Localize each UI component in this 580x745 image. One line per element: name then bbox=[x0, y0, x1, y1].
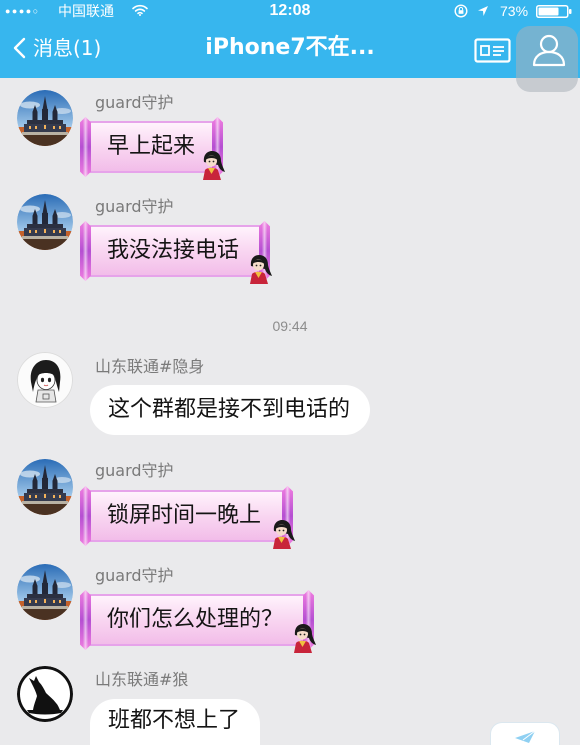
bubble-character-sticker bbox=[273, 520, 295, 549]
carrier-name: 中国联通 bbox=[58, 3, 114, 19]
avatar[interactable] bbox=[17, 564, 73, 620]
message-bubble[interactable]: 你们怎么处理的？ bbox=[80, 590, 316, 653]
status-bar: ●●●●○ 中国联通 12:08 73% bbox=[0, 0, 580, 22]
wifi-icon bbox=[132, 4, 148, 16]
bubble-ornament-left bbox=[80, 486, 91, 546]
battery-percentage: 73% bbox=[500, 3, 529, 19]
bubble-ornament-left bbox=[80, 221, 91, 281]
castle-avatar-image bbox=[17, 459, 73, 515]
time-divider: 09:44 bbox=[272, 318, 308, 334]
anime-girl-avatar-image bbox=[17, 352, 73, 408]
sender-name: guard守护 bbox=[95, 461, 174, 480]
sender-name: 山东联通#隐身 bbox=[95, 357, 205, 376]
signal-strength: ●●●●○ bbox=[5, 6, 40, 16]
bubble-ornament-left bbox=[80, 590, 91, 650]
chevron-left-icon[interactable] bbox=[12, 37, 26, 59]
message-text: 锁屏时间一晚上 bbox=[107, 503, 262, 528]
message-bubble[interactable]: 我没法接电话 bbox=[80, 221, 272, 284]
message-bubble[interactable]: 这个群都是接不到电话的 bbox=[90, 385, 370, 435]
bubble-character-sticker bbox=[250, 255, 272, 284]
message-text: 班都不想上了 bbox=[108, 708, 241, 733]
rotation-lock-icon bbox=[454, 4, 468, 18]
avatar[interactable] bbox=[17, 352, 73, 408]
chat-screen: ●●●●○ 中国联通 12:08 73% 消息(1) iPhone7不在... … bbox=[0, 0, 580, 745]
bubble-ornament-left bbox=[80, 117, 91, 177]
avatar[interactable] bbox=[17, 666, 73, 722]
message-text: 我没法接电话 bbox=[107, 238, 240, 263]
sender-name: guard守护 bbox=[95, 197, 174, 216]
battery-icon bbox=[536, 5, 572, 18]
chat-title: iPhone7不在... bbox=[205, 35, 375, 60]
message-text: 你们怎么处理的？ bbox=[107, 607, 284, 632]
message-bubble[interactable]: 锁屏时间一晚上 bbox=[80, 486, 295, 549]
message-bubble[interactable]: 班都不想上了 bbox=[90, 699, 260, 745]
clock: 12:08 bbox=[269, 2, 311, 19]
bubble-character-sticker bbox=[203, 151, 225, 180]
message-bubble[interactable]: 早上起来 bbox=[80, 117, 225, 180]
avatar[interactable] bbox=[17, 194, 73, 250]
avatar[interactable] bbox=[17, 90, 73, 146]
contact-card-icon[interactable] bbox=[474, 38, 511, 63]
avatar[interactable] bbox=[17, 459, 73, 515]
bubble-character-sticker bbox=[294, 624, 316, 653]
castle-avatar-image bbox=[17, 90, 73, 146]
message-text: 早上起来 bbox=[107, 134, 196, 159]
navigation-bar: ●●●●○ 中国联通 12:08 73% 消息(1) iPhone7不在... bbox=[0, 0, 580, 78]
floating-shortcut-button[interactable] bbox=[490, 722, 560, 745]
wolf-avatar-image bbox=[17, 666, 73, 722]
sender-name: guard守护 bbox=[95, 566, 174, 585]
castle-avatar-image bbox=[17, 194, 73, 250]
message-text: 这个群都是接不到电话的 bbox=[108, 397, 351, 422]
profile-icon[interactable] bbox=[530, 32, 568, 68]
paper-plane-icon bbox=[515, 730, 536, 743]
sender-name: 山东联通#狼 bbox=[95, 670, 189, 689]
location-arrow-icon bbox=[478, 6, 488, 16]
sender-name: guard守护 bbox=[95, 93, 174, 112]
castle-avatar-image bbox=[17, 564, 73, 620]
back-button[interactable]: 消息(1) bbox=[33, 34, 101, 62]
